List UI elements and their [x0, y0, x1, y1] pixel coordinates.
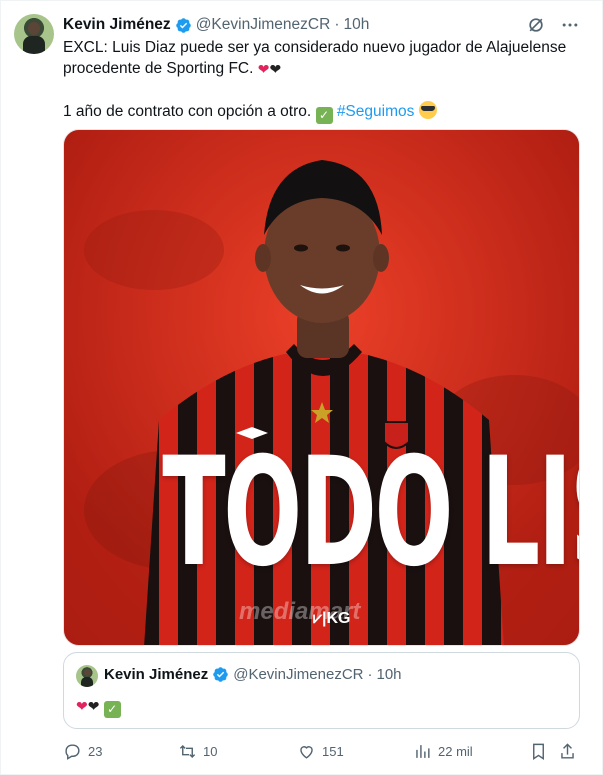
quoted-time: 10h: [376, 666, 402, 683]
black-heart-icon: ❤: [269, 61, 282, 77]
views-button[interactable]: 22 mil: [413, 740, 473, 762]
media-logo: ⩗|KG: [313, 610, 351, 627]
tweet-card[interactable]: Kevin Jiménez @KevinJimenezCR · 10h EXCL…: [0, 0, 603, 775]
hashtag-link[interactable]: #Seguimos: [337, 103, 415, 120]
avatar-body: [23, 36, 45, 54]
author-name[interactable]: Kevin Jiménez: [63, 16, 171, 34]
quoted-text: ❤❤ ✓: [76, 697, 121, 718]
media-headline: TODO LISTO: [162, 426, 579, 600]
sunglasses-emoji-icon: [418, 101, 437, 119]
grok-icon[interactable]: [526, 15, 546, 35]
bookmark-icon: [533, 743, 544, 760]
retweet-button[interactable]: 10: [178, 740, 217, 762]
tweet-text-line1: EXCL: Luis Diaz puede ser ya considerado…: [63, 37, 583, 80]
views-count: 22 mil: [438, 743, 473, 759]
tweet-text-line2: 1 año de contrato con opción a otro. ✓ #…: [63, 101, 583, 124]
red-heart-icon: ❤: [76, 698, 88, 714]
header-separator: ·: [334, 16, 340, 33]
tweet-text-main: EXCL: Luis Diaz puede ser ya considerado…: [63, 39, 567, 77]
reply-count: 23: [88, 743, 103, 759]
retweet-count: 10: [203, 743, 218, 759]
quoted-separator: ·: [367, 666, 373, 683]
verified-badge-icon: [175, 17, 191, 33]
like-icon: [300, 745, 313, 759]
tweet-header: Kevin Jiménez @KevinJimenezCR · 10h: [63, 14, 369, 36]
avatar-head: [28, 22, 40, 35]
tweet-text-contract: 1 año de contrato con opción a otro.: [63, 103, 312, 120]
tweet-actions: 23 10 151 22 mil: [63, 740, 583, 762]
quoted-author-avatar: [76, 665, 98, 687]
tweet-text: EXCL: Luis Diaz puede ser ya considerado…: [63, 37, 583, 124]
quoted-author-name: Kevin Jiménez: [104, 666, 209, 683]
retweet-icon: [179, 744, 196, 758]
views-icon: [416, 744, 430, 758]
author-avatar[interactable]: [14, 14, 54, 54]
tweet-media-image[interactable]: TODO LISTO mediamart ⩗|KG: [63, 129, 580, 646]
more-icon[interactable]: [560, 15, 580, 35]
share-icon: [561, 742, 574, 759]
check-mark-icon: ✓: [315, 107, 333, 124]
author-handle[interactable]: @KevinJimenezCR: [196, 16, 331, 34]
quoted-tweet-header: Kevin Jiménez @KevinJimenezCR · 10h: [104, 666, 402, 683]
like-count: 151: [322, 743, 344, 759]
black-heart-icon: ❤: [87, 698, 100, 714]
reply-icon: [65, 743, 80, 760]
quoted-author-handle: @KevinJimenezCR: [233, 666, 364, 683]
top-actions: [526, 15, 580, 35]
red-heart-icon: ❤: [257, 61, 270, 77]
tweet-time[interactable]: 10h: [343, 16, 369, 34]
verified-badge-icon: [213, 667, 228, 682]
like-button[interactable]: 151: [297, 740, 344, 762]
reply-button[interactable]: 23: [63, 740, 102, 762]
bookmark-button[interactable]: [529, 740, 548, 762]
check-mark-icon: ✓: [103, 701, 121, 718]
share-button[interactable]: [558, 740, 577, 762]
quoted-tweet[interactable]: Kevin Jiménez @KevinJimenezCR · 10h ❤❤ ✓: [63, 652, 580, 729]
